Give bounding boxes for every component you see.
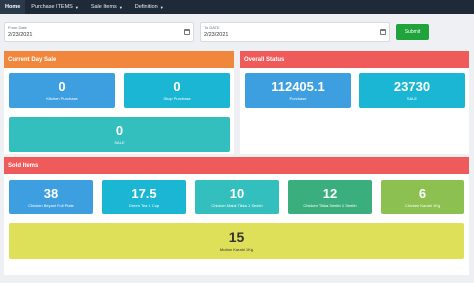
overall-purchase-value: 112405.1	[271, 79, 325, 94]
day-sale-label: SALE	[114, 140, 125, 145]
sold-item-tile[interactable]: 6 Chicken Karahi 1Kg	[381, 180, 464, 214]
sold-item-value: 6	[418, 185, 427, 201]
overall-sale-tile[interactable]: 23730 SALE	[359, 73, 465, 108]
nav-home[interactable]: Home	[0, 0, 26, 14]
overall-purchase-label: Purchase	[289, 96, 307, 101]
sold-item-value: 10	[229, 185, 245, 201]
day-sale-value: 0	[115, 123, 124, 138]
sold-item-tile[interactable]: 15 Mutton Karahi 1Kg	[9, 223, 464, 259]
current-day-sale-panel: Current Day Sale 0 Kitchen Purchase 0 Sh…	[4, 51, 234, 154]
overall-sale-label: SALE	[406, 96, 418, 101]
to-date-label: To DATE	[204, 25, 220, 30]
sold-item-label: Green Tea 1 Cup	[128, 202, 160, 208]
nav-definition-label: Definition	[134, 4, 158, 10]
nav-purchase-label: Purchase ITEMS	[31, 4, 73, 10]
sold-item-tile[interactable]: 12 Chicken Tikka Seekh 1 Seekh	[288, 180, 372, 214]
sold-items-panel: Sold Items 38 Chicken Beyani Full Plate …	[4, 157, 469, 275]
nav-definition[interactable]: Definition ▼	[129, 0, 170, 14]
kitchen-purchase-value: 0	[58, 79, 66, 94]
from-date-field[interactable]: From Date 2/23/2021	[4, 22, 194, 42]
nav-purchase-items[interactable]: Purchase ITEMS ▼	[25, 0, 85, 14]
to-date-value[interactable]: 2/23/2021	[204, 32, 228, 38]
sold-item-label: Chicken Malai Tikka 1 Seekh	[211, 202, 263, 208]
overall-status-panel: Overall Status 112405.1 Purchase 23730 S…	[240, 51, 469, 154]
kitchen-purchase-label: Kitchen Purchase	[46, 96, 78, 101]
sold-item-value: 17.5	[131, 185, 157, 201]
shop-purchase-label: Shop Purchase	[163, 96, 191, 101]
chevron-down-icon: ▼	[159, 4, 164, 10]
calendar-icon[interactable]	[184, 29, 190, 35]
submit-button[interactable]: Submit	[396, 24, 429, 40]
sold-item-label: Chicken Karahi 1Kg	[404, 202, 441, 208]
sold-item-tile[interactable]: 10 Chicken Malai Tikka 1 Seekh	[195, 180, 279, 214]
overall-sale-value: 23730	[393, 79, 431, 94]
shop-purchase-value: 0	[173, 79, 181, 94]
shop-purchase-tile[interactable]: 0 Shop Purchase	[124, 73, 230, 108]
sold-item-value: 12	[322, 185, 338, 201]
kitchen-purchase-tile[interactable]: 0 Kitchen Purchase	[9, 73, 115, 108]
to-date-field[interactable]: To DATE 2/23/2021	[200, 22, 390, 42]
calendar-icon[interactable]	[380, 29, 386, 35]
sold-item-label: Chicken Tikka Seekh 1 Seekh	[303, 202, 357, 208]
sold-item-label: Mutton Karahi 1Kg	[219, 246, 254, 252]
from-date-value[interactable]: 2/23/2021	[8, 32, 32, 38]
sold-items-header: Sold Items	[4, 157, 469, 174]
sold-item-tile[interactable]: 17.5 Green Tea 1 Cup	[102, 180, 186, 214]
day-sale-tile[interactable]: 0 SALE	[9, 117, 230, 152]
sold-item-tile[interactable]: 38 Chicken Beyani Full Plate	[9, 180, 93, 214]
sold-item-label: Chicken Beyani Full Plate	[28, 202, 74, 208]
chevron-down-icon: ▼	[74, 4, 79, 10]
chevron-down-icon: ▼	[118, 4, 123, 10]
nav-sale-label: Sale Items	[90, 4, 117, 10]
top-navbar: Home Purchase ITEMS ▼ Sale Items ▼ Defin…	[0, 0, 474, 14]
overall-status-header: Overall Status	[240, 51, 469, 68]
current-day-sale-header: Current Day Sale	[4, 51, 234, 68]
overall-purchase-tile[interactable]: 112405.1 Purchase	[245, 73, 351, 108]
sold-item-value: 15	[228, 228, 245, 245]
date-filter-bar: From Date 2/23/2021 To DATE 2/23/2021 Su…	[4, 20, 470, 46]
from-date-label: From Date	[8, 25, 27, 30]
sold-item-value: 38	[43, 185, 59, 201]
nav-sale-items[interactable]: Sale Items ▼	[85, 0, 129, 14]
